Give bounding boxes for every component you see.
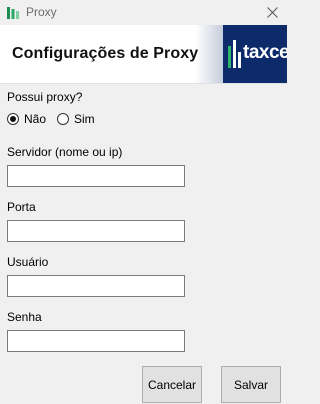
radio-nao[interactable] (7, 113, 19, 125)
page-title: Configurações de Proxy (12, 45, 199, 62)
radio-sim-label[interactable]: Sim (74, 112, 95, 126)
logo-bars-icon (228, 40, 241, 68)
app-icon (7, 7, 19, 19)
radio-sim[interactable] (57, 113, 69, 125)
password-input[interactable] (7, 330, 185, 352)
logo-text: taxcel (243, 42, 287, 63)
title-bar[interactable]: Proxy (0, 0, 287, 25)
cancel-button[interactable]: Cancelar (142, 366, 202, 403)
port-input[interactable] (7, 220, 185, 242)
user-label: Usuário (7, 255, 49, 269)
close-button[interactable] (257, 0, 287, 25)
port-label: Porta (7, 200, 36, 214)
server-label: Servidor (nome ou ip) (7, 145, 123, 159)
header-banner: Configurações de Proxy taxcel (0, 25, 287, 84)
user-input[interactable] (7, 275, 185, 297)
radio-nao-label[interactable]: Não (24, 112, 46, 126)
close-icon (266, 7, 278, 18)
header-fade (195, 25, 225, 83)
has-proxy-label: Possui proxy? (7, 90, 83, 104)
taxcel-logo: taxcel (223, 25, 287, 83)
window-title: Proxy (26, 5, 57, 19)
password-label: Senha (7, 310, 42, 324)
server-input[interactable] (7, 165, 185, 187)
save-button[interactable]: Salvar (221, 366, 281, 403)
